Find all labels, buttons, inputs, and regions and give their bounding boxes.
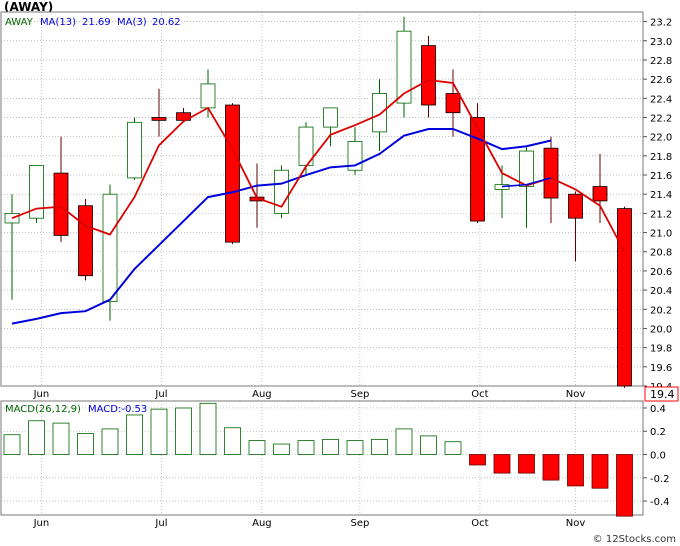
price-tick-label: 19.8 — [650, 344, 672, 355]
price-tick-label: 23.0 — [650, 37, 672, 48]
price-tick-label: 23.2 — [650, 18, 672, 29]
macd-tick-label: 0.4 — [650, 404, 666, 415]
price-tick-label: 22.2 — [650, 113, 672, 124]
legend-ma13-label: MA(13) — [40, 17, 76, 28]
x-tick-label: Sep — [350, 389, 369, 400]
price-y-ticks: 23.2 23.0 22.8 22.6 22.4 22.2 22.0 21.8 21.6 21.4… — [643, 18, 672, 393]
candle-down — [421, 45, 436, 106]
macd-bar-negative — [493, 454, 511, 474]
legend-ma3-value: 20.62 — [152, 17, 181, 28]
candle-down — [78, 205, 93, 277]
macd-bar-negative — [469, 454, 486, 466]
macd-bar-positive — [297, 440, 315, 455]
macd-bar-positive — [371, 438, 388, 455]
legend-ma3-label: MA(3) — [117, 17, 147, 28]
macd-tick-label: 0.2 — [650, 427, 666, 438]
macd-x-tick-label: Jul — [154, 518, 167, 529]
macd-bar-positive — [322, 438, 339, 455]
macd-bar-positive — [395, 428, 413, 455]
price-tick-label: 20.4 — [650, 286, 672, 297]
price-tick-label: 21.2 — [650, 209, 672, 220]
price-tick-label: 19.6 — [650, 363, 672, 374]
macd-bar-positive — [150, 408, 168, 455]
macd-bar-negative — [518, 454, 535, 474]
candle-up — [494, 184, 510, 190]
macd-bar-positive — [101, 428, 119, 455]
macd-tick-label: -0.4 — [650, 497, 670, 508]
macd-bar-positive — [346, 440, 364, 455]
price-tick-label: 20.0 — [650, 324, 672, 335]
candle-down — [445, 93, 461, 114]
macd-bar-positive — [420, 435, 437, 455]
candle-up — [200, 83, 216, 109]
macd-bar-positive — [224, 427, 241, 455]
price-tick-label: 22.6 — [650, 75, 672, 86]
macd-legend-value: MACD:-0.53 — [88, 404, 147, 415]
candle-up — [323, 107, 338, 128]
x-tick-label: Aug — [252, 389, 272, 400]
macd-x-tick-label: Jun — [33, 518, 50, 529]
macd-bar-positive — [126, 414, 143, 455]
macd-x-tick-label: Nov — [566, 518, 586, 529]
price-panel — [0, 11, 644, 387]
candle-up — [102, 193, 118, 303]
macd-bar-positive — [52, 422, 70, 455]
candle-down — [543, 147, 559, 199]
macd-tick-label: -0.2 — [650, 474, 670, 485]
macd-bar-positive — [3, 434, 21, 455]
price-tick-label: 21.8 — [650, 152, 672, 163]
x-tick-label: Oct — [471, 389, 488, 400]
candle-down — [151, 117, 167, 121]
candle-down — [568, 193, 583, 219]
price-tick-label: 22.4 — [650, 94, 672, 105]
price-tick-label: 22.8 — [650, 56, 672, 67]
candle-up — [372, 93, 387, 133]
legend-ticker: AWAY — [5, 17, 34, 28]
stock-chart: 23.2 23.0 22.8 22.6 22.4 22.2 22.0 21.8 21.6 21.4… — [0, 11, 679, 529]
candle-down — [470, 117, 485, 222]
macd-bar-positive — [444, 441, 462, 455]
macd-bar-positive — [175, 407, 192, 455]
macd-x-tick-label: Oct — [471, 518, 488, 529]
price-tick-label: 20.6 — [650, 267, 672, 278]
candle-up — [396, 30, 412, 104]
candle-down — [617, 208, 632, 387]
macd-bar-positive — [28, 420, 45, 455]
candle-down — [225, 104, 240, 243]
candle-down — [592, 186, 608, 202]
price-tick-label: 22.0 — [650, 133, 672, 144]
macd-legend-label: MACD(26,12,9) — [5, 404, 81, 415]
x-tick-label: Jun — [33, 389, 50, 400]
macd-x-tick-label: Sep — [350, 518, 369, 529]
legend-ma13-value: 21.69 — [82, 17, 111, 28]
x-tick-label: Nov — [566, 389, 586, 400]
price-tick-label: 21.0 — [650, 229, 672, 240]
macd-bar-positive — [77, 433, 94, 455]
macd-y-ticks: 0.4 0.2 0.0 -0.2 -0.4 — [643, 404, 670, 508]
macd-bar-negative — [591, 454, 609, 489]
price-tick-label: 20.8 — [650, 248, 672, 259]
candle-down — [53, 172, 69, 236]
credit-text: © 12Stocks.com — [592, 534, 676, 545]
x-tick-label: Jul — [154, 389, 167, 400]
macd-bar-positive — [248, 440, 266, 455]
macd-x-tick-label: Aug — [252, 518, 272, 529]
price-tick-label: 21.4 — [650, 190, 672, 201]
price-tick-label: 21.6 — [650, 171, 672, 182]
macd-bar-positive — [273, 443, 290, 455]
candle-up — [519, 150, 534, 187]
macd-tick-label: 0.0 — [650, 451, 666, 462]
last-price-label: 19.4 — [650, 388, 675, 401]
macd-bar-negative — [542, 454, 560, 481]
candle-up — [127, 121, 142, 179]
price-tick-label: 20.2 — [650, 305, 672, 316]
macd-bar-negative — [567, 454, 584, 487]
macd-bar-negative — [616, 454, 633, 517]
macd-bar-positive — [199, 402, 217, 455]
